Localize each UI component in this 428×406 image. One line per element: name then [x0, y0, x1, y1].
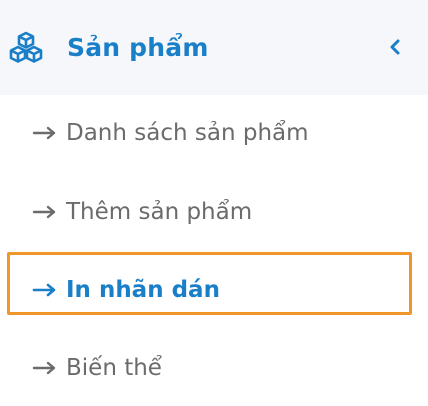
menu-header-products[interactable]: Sản phẩm	[0, 0, 428, 95]
submenu-item-print-labels[interactable]: In nhãn dán	[0, 260, 428, 320]
sidebar-menu: Sản phẩm Danh sách sản phẩm Thêm sản phẩ…	[0, 0, 428, 406]
submenu-item-label: Thêm sản phẩm	[66, 199, 253, 225]
arrow-right-icon	[32, 205, 56, 219]
menu-header-title: Sản phẩm	[67, 33, 209, 62]
chevron-left-icon[interactable]	[388, 38, 402, 56]
submenu-item-label: In nhãn dán	[66, 277, 220, 303]
arrow-right-icon	[32, 126, 56, 140]
submenu-item-variants[interactable]: Biến thể	[0, 338, 428, 398]
arrow-right-icon	[32, 283, 56, 297]
submenu-item-add-product[interactable]: Thêm sản phẩm	[0, 182, 428, 242]
arrow-right-icon	[32, 361, 56, 375]
submenu-item-label: Danh sách sản phẩm	[66, 120, 309, 146]
cubes-icon	[9, 31, 43, 63]
submenu-item-label: Biến thể	[66, 355, 162, 381]
submenu-item-product-list[interactable]: Danh sách sản phẩm	[0, 103, 428, 163]
